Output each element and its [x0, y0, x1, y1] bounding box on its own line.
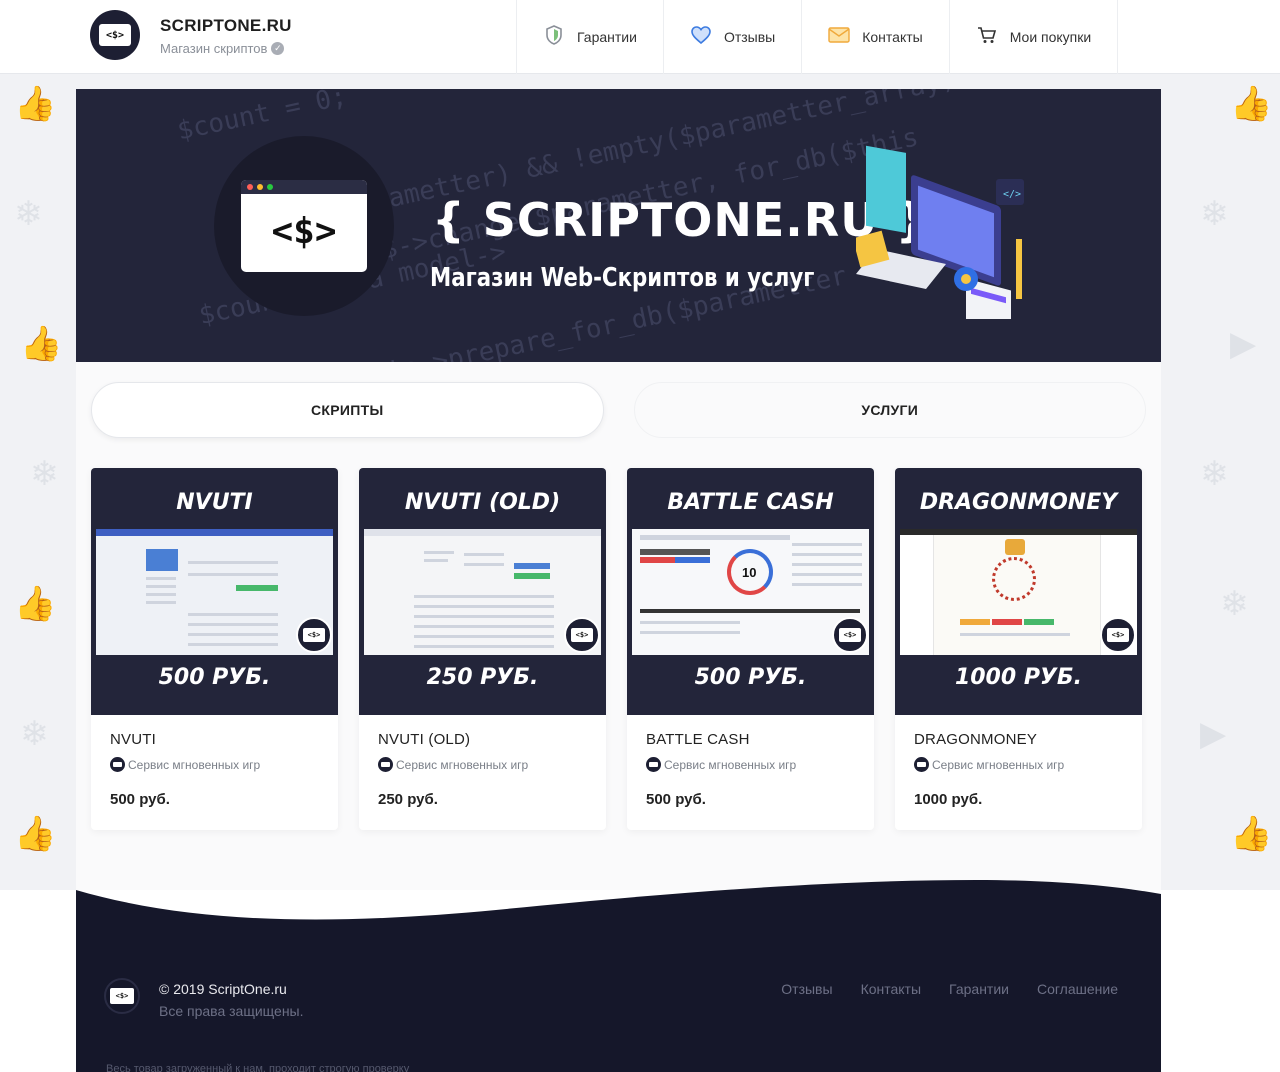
- product-image[interactable]: BATTLE CASH 10 <$> 500 РУБ.: [627, 468, 874, 715]
- tab-services[interactable]: УСЛУГИ: [633, 382, 1146, 438]
- product-card-dragonmoney[interactable]: DRAGONMONEY <$> 1000 РУБ. DRAGONMONEY Се…: [895, 468, 1142, 830]
- heart-icon: [690, 25, 712, 49]
- product-grid: NVUTI <$> 500 РУБ. NVUTI Сервис мгновенн…: [91, 468, 1142, 830]
- product-category-label: Сервис мгновенных игр: [396, 757, 529, 772]
- footer-logo[interactable]: <$>: [104, 978, 140, 1014]
- product-image[interactable]: DRAGONMONEY <$> 1000 РУБ.: [895, 468, 1142, 715]
- banner-logo-text: <$>: [271, 210, 337, 252]
- like-icon: 👍: [14, 814, 57, 854]
- category-icon: [914, 757, 929, 772]
- nav-item-label: Гарантии: [577, 29, 637, 45]
- svg-text:</>: </>: [1003, 189, 1021, 200]
- like-icon: 👍: [1230, 84, 1273, 124]
- product-name[interactable]: NVUTI: [110, 731, 156, 748]
- logo-badge: <$>: [832, 617, 868, 653]
- product-image[interactable]: NVUTI <$> 500 РУБ.: [91, 468, 338, 715]
- category-tabs: СКРИПТЫ УСЛУГИ: [91, 382, 1146, 438]
- product-image-price: 250 РУБ.: [426, 665, 539, 690]
- site-logo[interactable]: <$>: [90, 10, 140, 60]
- envelope-icon: [828, 26, 850, 48]
- product-card-nvuti[interactable]: NVUTI <$> 500 РУБ. NVUTI Сервис мгновенн…: [91, 468, 338, 830]
- like-icon: 👍: [1230, 814, 1273, 854]
- banner-title: { SCRIPTONE.RU }: [432, 193, 930, 247]
- product-price: 500 руб.: [110, 791, 170, 808]
- footer-link-reviews[interactable]: Отзывы: [781, 981, 832, 997]
- snowflake-icon: ❄: [1200, 454, 1229, 494]
- snowflake-icon: ❄: [1200, 194, 1229, 234]
- shield-icon: [543, 24, 565, 50]
- nav-item-reviews[interactable]: Отзывы: [662, 0, 801, 74]
- footer-link-agreement[interactable]: Соглашение: [1037, 981, 1118, 997]
- product-image-title: DRAGONMONEY: [919, 490, 1118, 515]
- footer-copyright: © 2019 ScriptOne.ru: [159, 981, 287, 997]
- footer-logo-text: <$>: [110, 988, 134, 1004]
- product-image-title: NVUTI: [176, 490, 253, 515]
- footer-rights: Все права защищены.: [159, 1003, 304, 1019]
- product-card-battle-cash[interactable]: BATTLE CASH 10 <$> 500 РУБ. BATTLE CASH …: [627, 468, 874, 830]
- like-icon: 👍: [20, 324, 63, 364]
- site-footer: <$> © 2019 ScriptOne.ru Все права защище…: [76, 880, 1161, 1072]
- tab-scripts[interactable]: СКРИПТЫ: [91, 382, 604, 438]
- product-category: Сервис мгновенных игр: [110, 757, 260, 772]
- snowflake-icon: ❄: [14, 194, 43, 234]
- main-nav: Гарантии Отзывы Контакты Мои покупки: [516, 0, 1119, 74]
- product-card-nvuti-old[interactable]: NVUTI (OLD) <$> 250 РУБ. NVUTI (OLD) Сер…: [359, 468, 606, 830]
- product-name[interactable]: BATTLE CASH: [646, 731, 750, 748]
- logo-badge: <$>: [564, 617, 600, 653]
- snowflake-icon: ❄: [1220, 584, 1249, 624]
- product-price: 1000 руб.: [914, 791, 983, 808]
- product-price: 250 руб.: [378, 791, 438, 808]
- category-icon: [110, 757, 125, 772]
- product-category-label: Сервис мгновенных игр: [664, 757, 797, 772]
- like-icon: 👍: [14, 84, 57, 124]
- footer-note: Весь товар загруженный к нам, проходит с…: [106, 1063, 410, 1072]
- main-panel: $count = 0; parametter) && !empty($param…: [76, 89, 1161, 890]
- product-image[interactable]: NVUTI (OLD) <$> 250 РУБ.: [359, 468, 606, 715]
- footer-link-guarantees[interactable]: Гарантии: [949, 981, 1009, 997]
- brand-title[interactable]: SCRIPTONE.RU: [160, 16, 292, 36]
- play-icon: ▶: [1230, 324, 1257, 364]
- footer-wave: [76, 880, 1161, 1072]
- nav-item-label: Контакты: [862, 29, 923, 45]
- product-image-price: 1000 РУБ.: [954, 665, 1083, 690]
- product-name[interactable]: NVUTI (OLD): [378, 731, 470, 748]
- nav-item-contacts[interactable]: Контакты: [801, 0, 948, 74]
- snowflake-icon: ❄: [30, 454, 59, 494]
- brand-subtitle-text: Магазин скриптов: [160, 41, 268, 56]
- nav-item-purchases[interactable]: Мои покупки: [948, 0, 1119, 74]
- category-icon: [646, 757, 661, 772]
- product-image-price: 500 РУБ.: [694, 665, 807, 690]
- product-image-price: 500 РУБ.: [158, 665, 271, 690]
- logo-badge: <$>: [296, 617, 332, 653]
- nav-item-guarantees[interactable]: Гарантии: [516, 0, 663, 74]
- product-category-label: Сервис мгновенных игр: [128, 757, 261, 772]
- brand-subtitle: Магазин скриптов ✓: [160, 41, 285, 56]
- like-icon: 👍: [14, 584, 57, 624]
- banner-subtitle: Магазин Web-Скриптов и услуг: [430, 263, 815, 293]
- product-name[interactable]: DRAGONMONEY: [914, 731, 1037, 748]
- computer-illustration: </>: [856, 145, 1024, 319]
- product-category: Сервис мгновенных игр: [646, 757, 796, 772]
- logo-badge: <$>: [1100, 617, 1136, 653]
- nav-item-label: Отзывы: [723, 29, 776, 45]
- product-category: Сервис мгновенных игр: [378, 757, 528, 772]
- play-icon: ▶: [1200, 714, 1227, 754]
- hero-banner: $count = 0; parametter) && !empty($param…: [76, 89, 1161, 362]
- product-image-title: NVUTI (OLD): [404, 490, 561, 515]
- footer-link-contacts[interactable]: Контакты: [861, 981, 921, 997]
- logo-text: <$>: [99, 24, 131, 46]
- snowflake-icon: ❄: [20, 714, 49, 754]
- banner-logo: <$>: [214, 136, 394, 316]
- product-category-label: Сервис мгновенных игр: [932, 757, 1065, 772]
- cart-icon: [976, 26, 998, 49]
- product-price: 500 руб.: [646, 791, 706, 808]
- nav-item-label: Мои покупки: [1009, 29, 1092, 45]
- product-image-title: BATTLE CASH: [667, 490, 834, 515]
- verified-icon: ✓: [271, 42, 285, 55]
- category-icon: [378, 757, 393, 772]
- product-category: Сервис мгновенных игр: [914, 757, 1064, 772]
- footer-links: Отзывы Контакты Гарантии Соглашение: [781, 981, 1118, 997]
- banner-logo-window: <$>: [241, 180, 367, 272]
- site-header: <$> SCRIPTONE.RU Магазин скриптов ✓ Гара…: [0, 0, 1280, 74]
